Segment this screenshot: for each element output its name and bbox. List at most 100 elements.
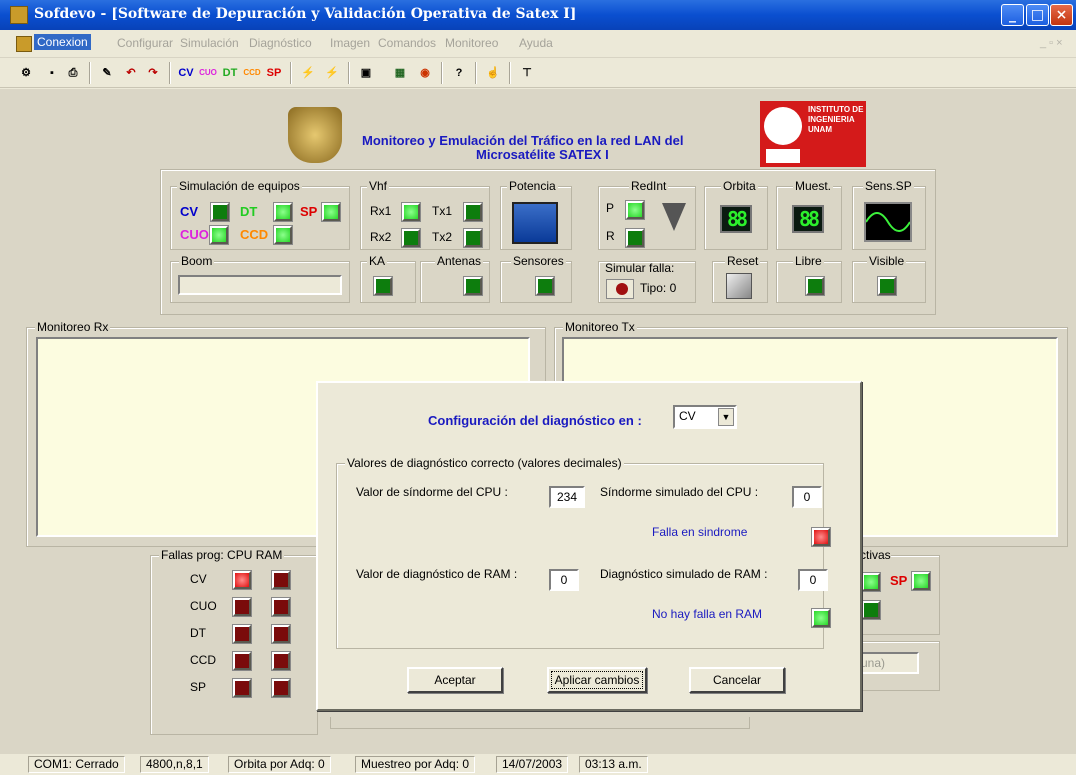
fallas-cuo-ram-led[interactable] <box>272 598 290 616</box>
ram-sim-input[interactable]: 0 <box>798 569 828 591</box>
redint-r-label: R <box>606 229 615 243</box>
rx2-led <box>402 229 420 247</box>
minimize-button[interactable]: _ <box>1001 4 1024 26</box>
connect-icon[interactable]: ⚙ <box>16 63 36 83</box>
fallas-row-label: CUO <box>190 599 217 613</box>
menu-monitoreo[interactable]: Monitoreo <box>445 36 498 50</box>
fallas-sp-cpu-led[interactable] <box>233 679 251 697</box>
sim-sp-led[interactable] <box>322 203 340 221</box>
accept-button[interactable]: Aceptar <box>407 667 503 693</box>
menu-imagen[interactable]: Imagen <box>330 36 370 50</box>
print-icon[interactable]: ⎙ <box>63 63 83 83</box>
apply-button[interactable]: Aplicar cambios <box>547 667 647 693</box>
lightning-red-icon[interactable]: ⚡ <box>322 63 342 83</box>
antenas-label: Antenas <box>435 254 484 268</box>
boom-field[interactable] <box>178 275 342 295</box>
sp-button[interactable]: SP <box>264 63 284 83</box>
reset-button[interactable] <box>726 273 752 299</box>
undo-icon[interactable]: ↶ <box>121 63 141 83</box>
sim-cuo-led[interactable] <box>210 226 228 244</box>
equipment-select[interactable]: CV ▼ <box>673 405 737 429</box>
activas-label: ctivas <box>860 548 891 562</box>
sim-ccd-label: CCD <box>240 227 269 242</box>
cpu-syndrome-input[interactable]: 234 <box>549 486 585 508</box>
app-icon <box>10 6 28 24</box>
fallas-row-label: CV <box>190 572 207 586</box>
status-time: 03:13 a.m. <box>579 756 648 773</box>
menu-ayuda[interactable]: Ayuda <box>519 36 553 50</box>
sens-label: Sens.SP <box>863 179 914 193</box>
cuo-button[interactable]: CUO <box>198 63 218 83</box>
tx1-led <box>464 203 482 221</box>
status-port: COM1: Cerrado <box>28 756 125 773</box>
ram-status: No hay falla en RAM <box>652 607 763 621</box>
fallas-cv-cpu-led[interactable] <box>233 571 251 589</box>
edit-icon[interactable]: ✎ <box>97 63 117 83</box>
cpu-syndrome-label: Valor de síndorme del CPU : <box>356 485 508 499</box>
fallas-ccd-cpu-led[interactable] <box>233 652 251 670</box>
ii-logo-text: INSTITUTO DE INGENIERIA UNAM <box>808 105 864 134</box>
ninguna-field[interactable]: una) <box>855 652 919 674</box>
menu-simulacion[interactable]: Simulación <box>180 36 239 50</box>
status-orbita: Orbita por Adq: 0 <box>228 756 331 773</box>
help-icon[interactable]: ? <box>449 63 469 83</box>
maximize-button[interactable]: □ <box>1026 4 1049 26</box>
header-line1: Monitoreo y Emulación del Tráfico en la … <box>362 133 684 148</box>
toolbar-separator <box>169 62 171 84</box>
fallas-row-label: SP <box>190 680 207 694</box>
toolbar-separator <box>475 62 477 84</box>
sim-ccd-led[interactable] <box>274 226 292 244</box>
fallas-sp-ram-led[interactable] <box>272 679 290 697</box>
pointer-icon[interactable]: ☝ <box>483 63 503 83</box>
lightning-icon[interactable]: ⚡ <box>298 63 318 83</box>
menu-conexion[interactable]: Conexion <box>34 34 91 50</box>
antenas-led <box>464 277 482 295</box>
save-icon[interactable]: ▪ <box>42 63 62 83</box>
ccd-button[interactable]: CCD <box>242 63 262 83</box>
cv-button[interactable]: CV <box>176 63 196 83</box>
cpu-sim-input[interactable]: 0 <box>792 486 822 508</box>
redint-p-label: P <box>606 201 615 215</box>
ram-diag-input[interactable]: 0 <box>549 569 579 591</box>
sim-dt-label: DT <box>240 204 258 219</box>
menu-bar: Conexion Configurar Simulación Diagnósti… <box>0 30 1076 58</box>
redint-p-led <box>626 201 644 219</box>
sim-dt-led[interactable] <box>274 203 292 221</box>
orbita-label: Orbita <box>721 179 758 193</box>
activas-sp-led <box>912 572 930 590</box>
bottom-panel-line <box>330 717 750 729</box>
fallas-cuo-cpu-led[interactable] <box>233 598 251 616</box>
menu-configurar[interactable]: Configurar <box>117 36 173 50</box>
grid-icon[interactable]: ▦ <box>390 63 410 83</box>
fallas-cv-ram-led[interactable] <box>272 571 290 589</box>
menu-comandos[interactable]: Comandos <box>378 36 436 50</box>
unam-logo <box>288 107 342 163</box>
cancel-button[interactable]: Cancelar <box>689 667 785 693</box>
chart-icon[interactable]: ◉ <box>415 63 435 83</box>
record-icon <box>616 283 628 295</box>
cpu-sim-label: Síndorme simulado del CPU : <box>600 485 759 499</box>
fallas-dt-cpu-led[interactable] <box>233 625 251 643</box>
sim-cv-led[interactable] <box>211 203 229 221</box>
visible-label: Visible <box>867 254 907 268</box>
mdi-controls[interactable]: _ ▫ × <box>1040 37 1063 49</box>
rx1-label: Rx1 <box>370 204 392 218</box>
dt-button[interactable]: DT <box>220 63 240 83</box>
simfalla-button[interactable] <box>606 279 634 299</box>
toolbar: ⚙ ▪ ⎙ ✎ ↶ ↷ CV CUO DT CCD SP ⚡ ⚡ ▣ ▦ ◉ ?… <box>0 58 1076 88</box>
close-button[interactable]: × <box>1050 4 1073 26</box>
fallas-label: Fallas prog: CPU RAM <box>159 548 285 562</box>
fallas-row-label: DT <box>190 626 206 640</box>
fallas-dt-ram-led[interactable] <box>272 625 290 643</box>
potencia-label: Potencia <box>507 179 558 193</box>
redint-label: RedInt <box>629 179 669 193</box>
visible-led <box>878 277 896 295</box>
monitor-tx-label: Monitoreo Tx <box>563 320 637 334</box>
redo-icon[interactable]: ↷ <box>143 63 163 83</box>
image-icon[interactable]: ▣ <box>356 63 376 83</box>
layout-icon[interactable]: ⊤ <box>517 63 537 83</box>
boom-label: Boom <box>179 254 215 268</box>
chevron-down-icon[interactable]: ▼ <box>718 408 734 426</box>
fallas-ccd-ram-led[interactable] <box>272 652 290 670</box>
menu-diagnostico[interactable]: Diagnóstico <box>249 36 312 50</box>
